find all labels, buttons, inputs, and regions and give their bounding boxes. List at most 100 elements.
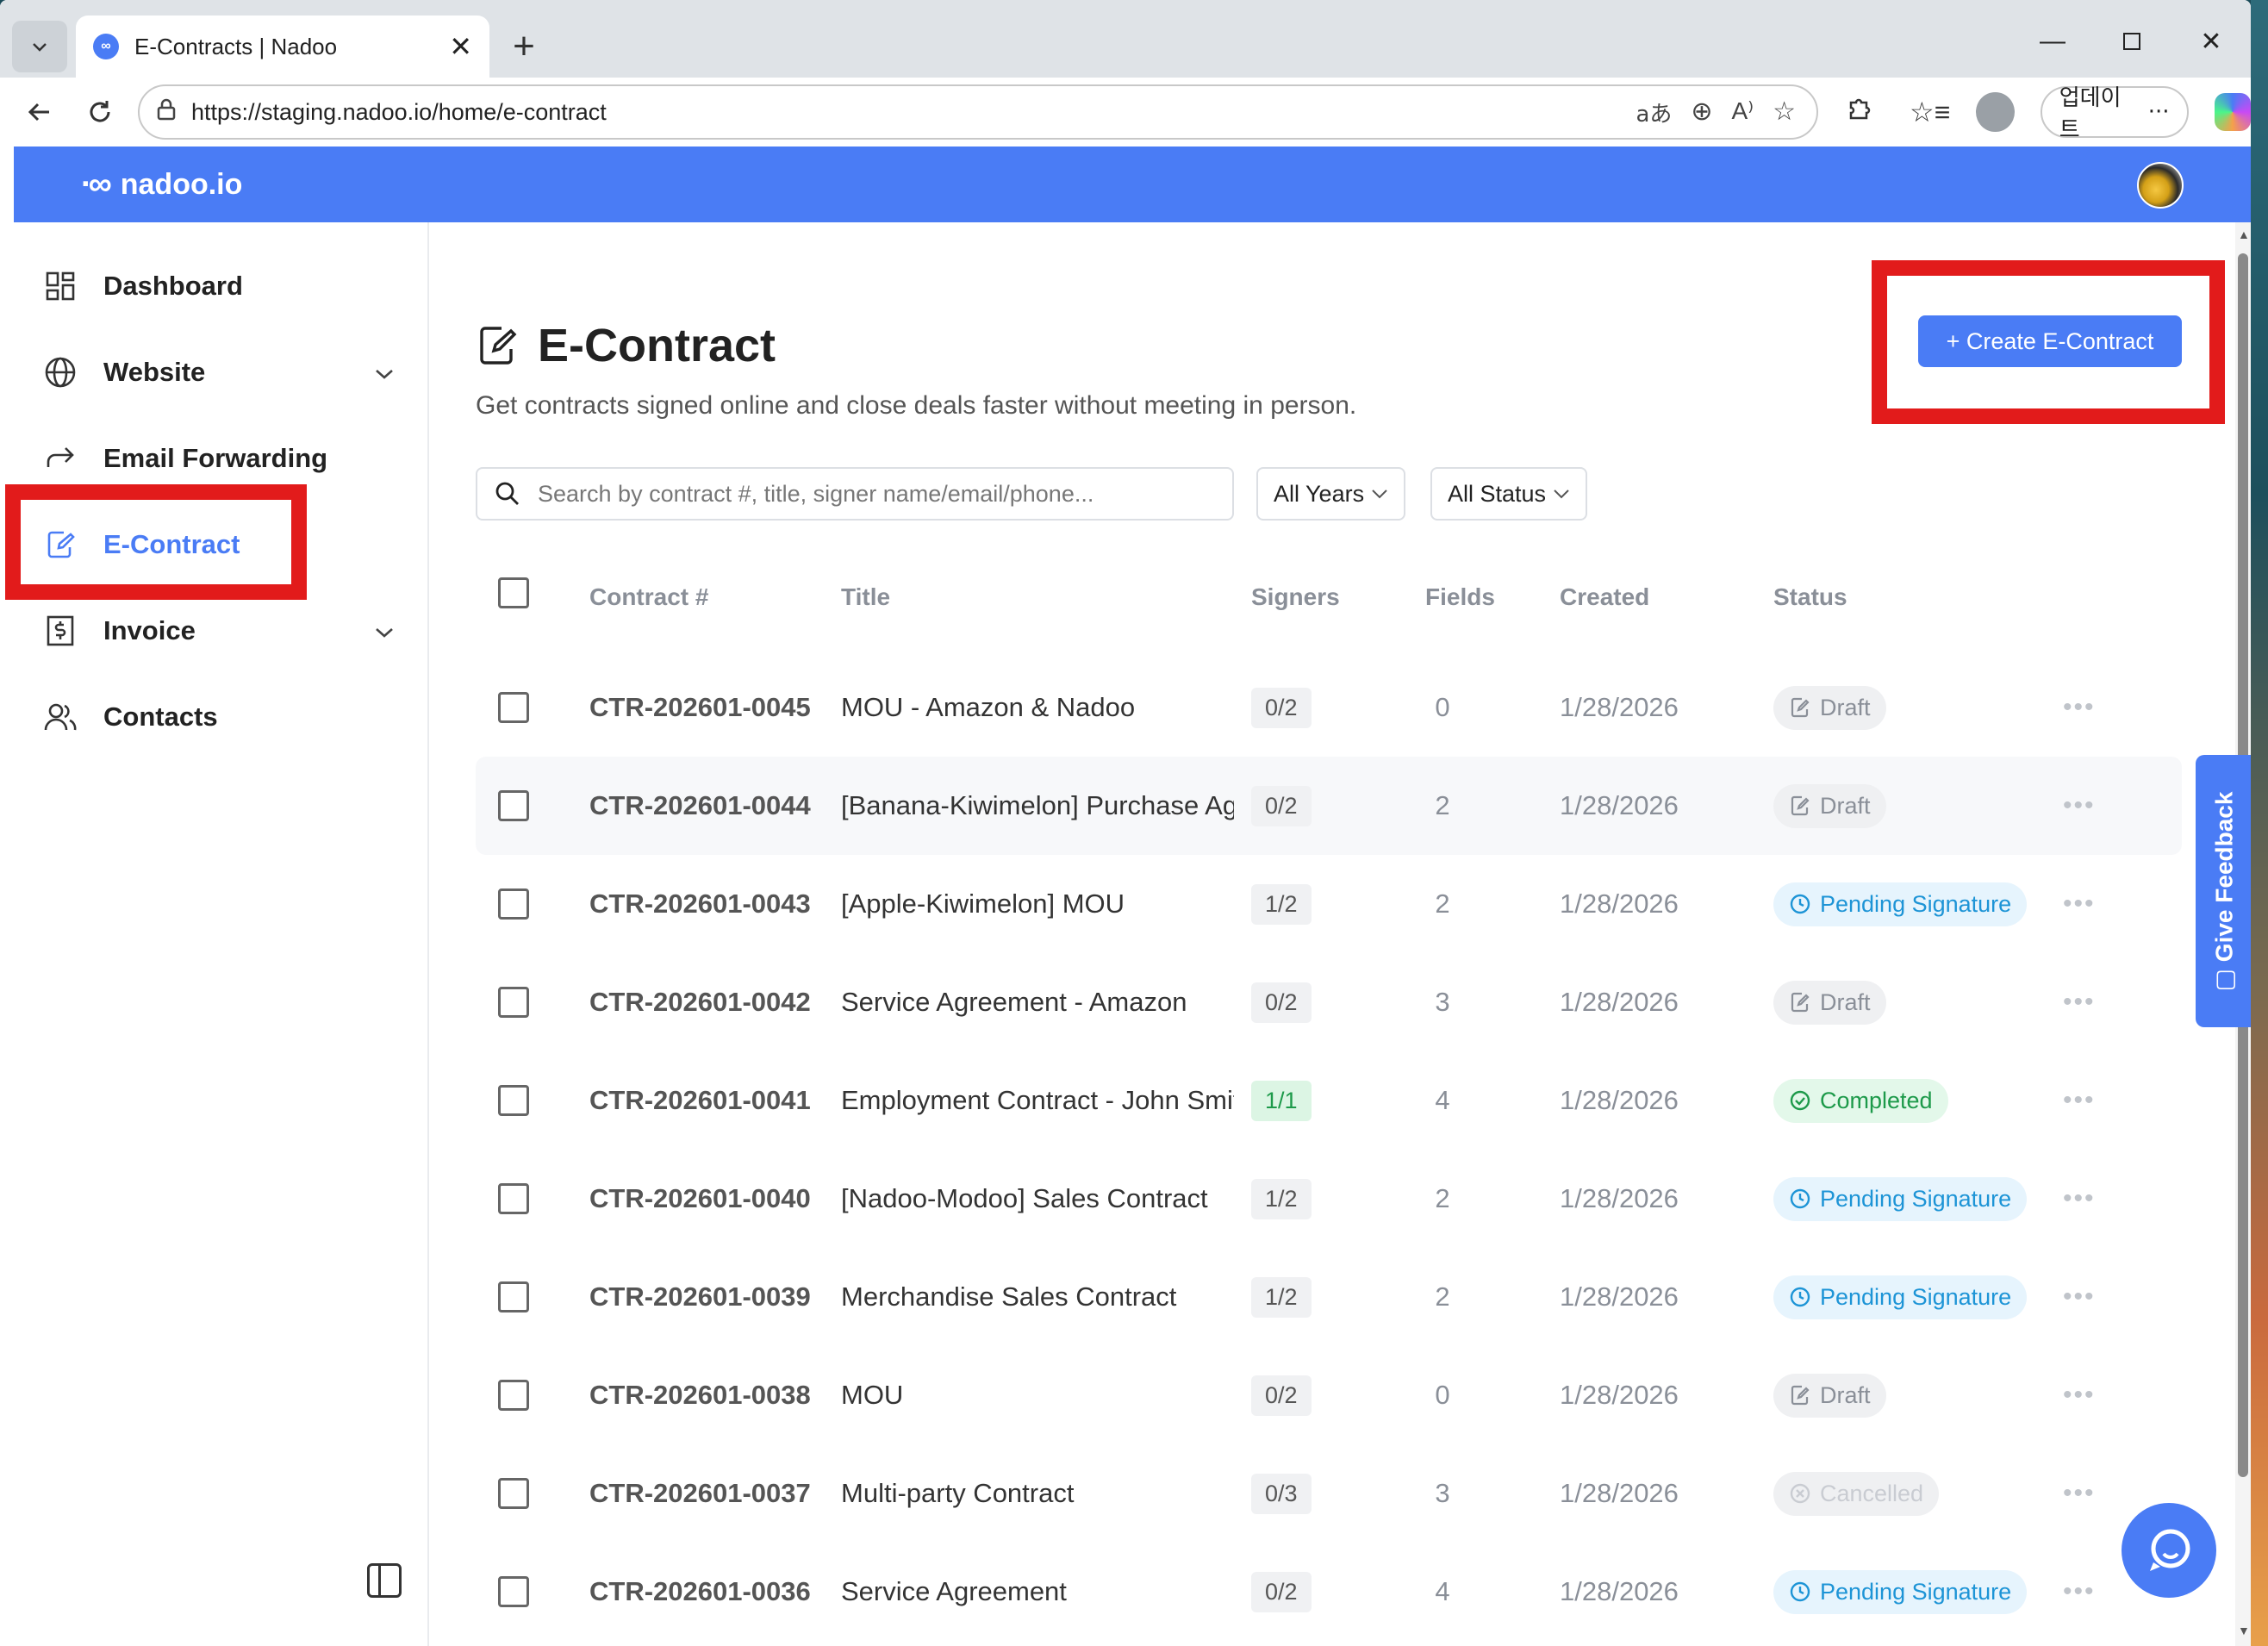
more-options-icon[interactable]: ••• [2063, 1479, 2096, 1508]
more-options-icon[interactable]: ••• [2063, 889, 2096, 919]
contract-title[interactable]: Merchandise Sales Contract [841, 1248, 1234, 1346]
row-checkbox[interactable] [498, 888, 529, 920]
column-header-fields[interactable]: Fields [1425, 567, 1495, 627]
read-aloud-icon[interactable]: A⁾ [1732, 97, 1754, 128]
more-options-icon[interactable]: ••• [2063, 693, 2096, 722]
maximize-icon[interactable] [2092, 16, 2171, 67]
contract-title[interactable]: [Apple-Kiwimelon] MOU [841, 855, 1234, 953]
more-options-icon[interactable]: ••• [2063, 1381, 2096, 1410]
more-options-icon[interactable]: ••• [2063, 1184, 2096, 1213]
contract-number[interactable]: CTR-202601-0036 [589, 1543, 811, 1641]
profile-icon[interactable] [1976, 92, 2015, 132]
table-row[interactable]: CTR-202601-0039 Merchandise Sales Contrac… [476, 1248, 2182, 1346]
table-row[interactable]: CTR-202601-0042 Service Agreement - Amazo… [476, 953, 2182, 1051]
window-controls: — ✕ [2013, 16, 2251, 67]
collapse-sidebar-icon[interactable] [367, 1563, 402, 1598]
sidebar-item-contacts[interactable]: Contacts [14, 674, 429, 760]
translate-icon[interactable]: aあ [1636, 97, 1672, 128]
contract-number[interactable]: CTR-202601-0037 [589, 1444, 811, 1543]
favorite-star-icon[interactable]: ☆ [1773, 97, 1796, 128]
lock-icon[interactable] [157, 98, 176, 127]
select-all-checkbox[interactable] [498, 577, 529, 608]
search-field[interactable] [476, 467, 1234, 521]
row-checkbox[interactable] [498, 1380, 529, 1411]
sidebar-item-dashboard[interactable]: Dashboard [14, 243, 429, 329]
contract-number[interactable]: CTR-202601-0042 [589, 953, 811, 1051]
chevron-down-icon[interactable] [374, 618, 395, 645]
column-header-status[interactable]: Status [1773, 567, 1847, 627]
contract-number[interactable]: CTR-202601-0040 [589, 1150, 811, 1248]
create-e-contract-button[interactable]: + Create E-Contract [1918, 315, 2182, 367]
contract-title[interactable]: Service Agreement - Amazon [841, 953, 1234, 1051]
column-header-contract-number[interactable]: Contract # [589, 567, 708, 627]
draft-icon [1789, 696, 1820, 719]
column-header-signers[interactable]: Signers [1251, 567, 1340, 627]
give-feedback-tab[interactable]: ▢ Give Feedback [2196, 755, 2251, 1027]
more-options-icon[interactable]: ••• [2063, 1086, 2096, 1115]
chevron-down-icon[interactable] [374, 359, 395, 386]
new-tab-button[interactable]: + [498, 21, 550, 72]
table-row[interactable]: CTR-202601-0045 MOU - Amazon & Nadoo 0/2 0 1… [476, 658, 2182, 757]
more-options-icon[interactable]: ••• [2063, 1577, 2096, 1606]
row-checkbox[interactable] [498, 790, 529, 821]
row-checkbox[interactable] [498, 987, 529, 1018]
table-row[interactable]: CTR-202601-0041 Employment Contract - Joh… [476, 1051, 2182, 1150]
back-arrow-icon[interactable] [14, 86, 65, 138]
status-cell: Cancelled [1773, 1444, 1940, 1543]
chat-support-button[interactable] [2122, 1503, 2216, 1598]
table-row[interactable]: CTR-202601-0036 Service Agreement 0/2 4 1/28… [476, 1543, 2182, 1641]
address-bar[interactable]: https://staging.nadoo.io/home/e-contract… [138, 84, 1818, 140]
row-checkbox[interactable] [498, 1576, 529, 1607]
table-row[interactable]: CTR-202601-0044 [Banana-Kiwimelon] Purcha… [476, 757, 2182, 855]
row-checkbox[interactable] [498, 1085, 529, 1116]
search-input[interactable] [538, 480, 1232, 508]
tab-close-icon[interactable]: ✕ [449, 30, 472, 63]
contract-title[interactable]: MOU - Amazon & Nadoo [841, 658, 1234, 757]
row-checkbox[interactable] [498, 692, 529, 723]
column-header-title[interactable]: Title [841, 567, 890, 627]
url-text[interactable]: https://staging.nadoo.io/home/e-contract [191, 99, 1636, 126]
year-filter-dropdown[interactable]: All Years [1256, 467, 1406, 521]
contract-number[interactable]: CTR-202601-0045 [589, 658, 811, 757]
column-header-created[interactable]: Created [1560, 567, 1649, 627]
more-options-icon[interactable]: ••• [2063, 791, 2096, 820]
nadoo-logo[interactable]: ·∞ nadoo.io [81, 166, 242, 203]
scroll-down-icon[interactable]: ▼ [2238, 1624, 2250, 1637]
row-checkbox[interactable] [498, 1478, 529, 1509]
table-row[interactable]: CTR-202601-0040 [Nadoo-Modoo] Sales Contr… [476, 1150, 2182, 1248]
contract-number[interactable]: CTR-202601-0041 [589, 1051, 811, 1150]
contract-number[interactable]: CTR-202601-0044 [589, 757, 811, 855]
contract-title[interactable]: [Banana-Kiwimelon] Purchase Agreement [841, 757, 1234, 855]
sidebar-item-website[interactable]: Website [14, 329, 429, 415]
user-avatar[interactable] [2137, 162, 2184, 209]
table-row[interactable]: CTR-202601-0037 Multi-party Contract 0/3 3 1… [476, 1444, 2182, 1543]
contract-number[interactable]: CTR-202601-0038 [589, 1346, 811, 1444]
tab-list-button[interactable] [12, 21, 67, 72]
favorites-list-icon[interactable]: ☆≡ [1910, 96, 1950, 128]
close-window-icon[interactable]: ✕ [2171, 16, 2251, 67]
browser-tab-active[interactable]: ∞ E-Contracts | Nadoo ✕ [76, 16, 489, 78]
row-checkbox[interactable] [498, 1183, 529, 1214]
contract-title[interactable]: Multi-party Contract [841, 1444, 1234, 1543]
zoom-icon[interactable]: ⊕ [1691, 97, 1712, 128]
table-row[interactable]: CTR-202601-0038 MOU 0/2 0 1/28/2026 Draft ••• [476, 1346, 2182, 1444]
row-checkbox[interactable] [498, 1281, 529, 1312]
contract-title[interactable]: MOU [841, 1346, 1234, 1444]
contract-title[interactable]: Employment Contract - John Smith [841, 1051, 1234, 1150]
extensions-icon[interactable] [1844, 94, 1873, 130]
contract-number[interactable]: CTR-202601-0039 [589, 1248, 811, 1346]
refresh-icon[interactable] [74, 86, 126, 138]
sidebar-item-invoice[interactable]: Invoice [14, 588, 429, 674]
contract-title[interactable]: [Nadoo-Modoo] Sales Contract [841, 1150, 1234, 1248]
copilot-icon[interactable] [2214, 93, 2251, 131]
row-actions: ••• [2063, 953, 2096, 1051]
status-filter-dropdown[interactable]: All Status [1430, 467, 1588, 521]
more-options-icon[interactable]: ••• [2063, 1282, 2096, 1312]
contract-number[interactable]: CTR-202601-0043 [589, 855, 811, 953]
contract-title[interactable]: Service Agreement [841, 1543, 1234, 1641]
minimize-icon[interactable]: — [2013, 16, 2092, 67]
table-row[interactable]: CTR-202601-0043 [Apple-Kiwimelon] MOU 1/2 2… [476, 855, 2182, 953]
update-button[interactable]: 업데이트 ··· [2040, 85, 2189, 143]
more-options-icon[interactable]: ••• [2063, 988, 2096, 1017]
scroll-up-icon[interactable]: ▲ [2238, 228, 2250, 241]
